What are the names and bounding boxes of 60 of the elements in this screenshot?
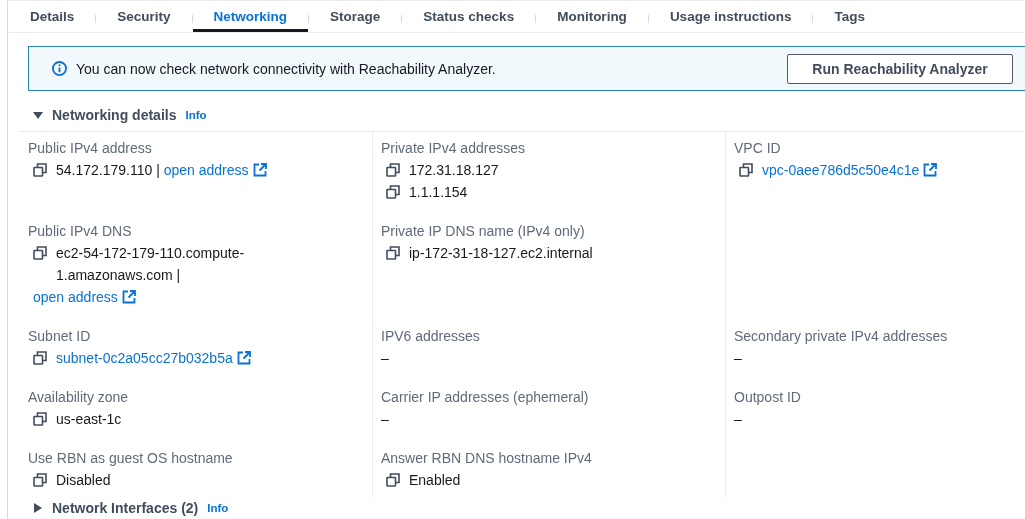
field-value: Enabled [409, 472, 461, 488]
field-value: us-east-1c [56, 411, 122, 427]
caret-right-icon[interactable] [33, 503, 43, 513]
field-label: Answer RBN DNS hostname IPv4 [381, 449, 593, 468]
value-link[interactable]: vpc-0aee786d5c50e4c1e [762, 162, 938, 178]
field-label: Private IPv4 addresses [381, 139, 526, 158]
field-label: Secondary private IPv4 addresses [734, 327, 949, 346]
value-link[interactable]: subnet-0c2a05cc27b032b5a [56, 350, 251, 366]
field-value: – [381, 411, 389, 427]
copy-icon[interactable] [33, 412, 47, 426]
tab[interactable]: Usage instructions [648, 1, 813, 32]
field-value: 172.31.18.127 [409, 162, 499, 178]
field-value: 54.172.179.110 | [56, 161, 160, 180]
field-label: Availability zone [28, 388, 130, 407]
info-icon [52, 61, 67, 76]
field-label: VPC ID [734, 139, 782, 158]
tab[interactable]: Details [9, 1, 96, 32]
alert-message: You can now check network connectivity with Reachability Analyzer. [76, 60, 497, 77]
field-label: Subnet ID [28, 327, 92, 346]
external-link-icon[interactable] [923, 163, 938, 177]
tab[interactable]: Security [96, 1, 192, 32]
info-link[interactable]: Info [185, 109, 207, 121]
caret-down-icon[interactable] [33, 110, 43, 120]
value-link[interactable]: open address [33, 289, 136, 305]
value-link[interactable]: open address [163, 162, 267, 178]
info-link[interactable]: Info [207, 502, 229, 514]
field-value: – [734, 411, 742, 427]
copy-icon[interactable] [386, 163, 400, 177]
field-value: – [734, 350, 742, 366]
copy-icon[interactable] [386, 185, 400, 199]
tab[interactable]: Monitoring [536, 1, 648, 32]
external-link-icon[interactable] [252, 163, 267, 177]
field-value: – [381, 350, 389, 366]
field-label: Private IP DNS name (IPv4 only) [381, 222, 586, 241]
field-label: IPV6 addresses [381, 327, 481, 346]
tab[interactable]: Storage [309, 1, 402, 32]
tab[interactable]: Tags [813, 1, 886, 32]
field-label: Public IPv4 DNS [28, 222, 133, 241]
copy-icon[interactable] [33, 163, 47, 177]
field-label: Outpost ID [734, 388, 802, 407]
field-value: ec2-54-172-179-110.compute-1.amazonaws.com | [56, 244, 246, 285]
external-link-icon[interactable] [121, 290, 136, 304]
external-link-icon[interactable] [236, 351, 251, 365]
field-value: ip-172-31-18-127.ec2.internal [409, 245, 593, 261]
tab[interactable]: Networking [192, 1, 309, 32]
field-value: Disabled [56, 472, 111, 488]
copy-icon[interactable] [386, 246, 400, 260]
section-toggle[interactable]: Network Interfaces (2) [52, 500, 199, 516]
copy-icon[interactable] [739, 163, 753, 177]
copy-icon[interactable] [33, 351, 47, 365]
copy-icon[interactable] [33, 246, 47, 260]
copy-icon[interactable] [386, 473, 400, 487]
copy-icon[interactable] [33, 473, 47, 487]
field-label: Carrier IP addresses (ephemeral) [381, 388, 590, 407]
field-value: 1.1.1.154 [409, 184, 468, 200]
field-label: Public IPv4 address [28, 139, 153, 158]
run-analyzer-button[interactable]: Run Reachability Analyzer [787, 53, 1013, 84]
section-toggle[interactable]: Networking details [52, 107, 177, 123]
field-label: Use RBN as guest OS hostname [28, 449, 234, 468]
tab[interactable]: Status checks [402, 1, 536, 32]
